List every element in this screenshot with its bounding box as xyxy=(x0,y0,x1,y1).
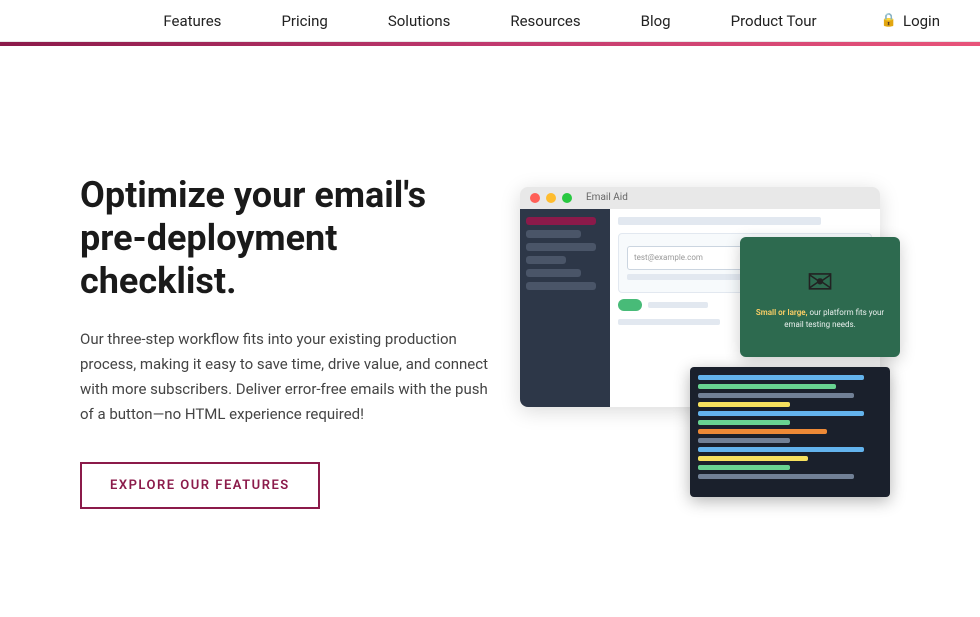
lock-icon: 🔒 xyxy=(881,13,897,28)
nav-blog[interactable]: Blog xyxy=(641,12,671,30)
code-line-10 xyxy=(698,456,808,461)
nav-solutions[interactable]: Solutions xyxy=(388,12,451,30)
code-line-7 xyxy=(698,429,827,434)
code-line-12 xyxy=(698,474,854,479)
app-title: Email Aid xyxy=(586,192,628,203)
titlebar: Email Aid xyxy=(520,187,880,209)
envelope-icon: ✉ xyxy=(807,263,834,301)
overlay-text: Small or large, our platform fits your e… xyxy=(740,307,900,329)
hero-heading: Optimize your email's pre-deployment che… xyxy=(80,174,500,304)
nav-resources[interactable]: Resources xyxy=(510,12,580,30)
card-line-2 xyxy=(618,319,720,325)
code-line-5 xyxy=(698,411,864,416)
sidebar-item-1 xyxy=(526,217,596,225)
dot-yellow xyxy=(546,193,556,203)
sidebar-item-3 xyxy=(526,243,596,251)
code-line-3 xyxy=(698,393,854,398)
toggle-mock xyxy=(618,299,642,311)
app-sidebar xyxy=(520,209,610,407)
hero-text-block: Optimize your email's pre-deployment che… xyxy=(80,174,500,510)
main-nav: Features Pricing Solutions Resources Blo… xyxy=(0,0,980,42)
code-line-4 xyxy=(698,402,790,407)
nav-features[interactable]: Features xyxy=(163,12,221,30)
explore-features-button[interactable]: EXPLORE OUR FEATURES xyxy=(80,462,320,509)
sidebar-item-5 xyxy=(526,269,581,277)
code-line-11 xyxy=(698,465,790,470)
nav-links: Features Pricing Solutions Resources Blo… xyxy=(163,12,816,30)
hero-image: Email Aid test@example.com xyxy=(520,187,900,497)
hero-section: Optimize your email's pre-deployment che… xyxy=(0,46,980,617)
code-line-9 xyxy=(698,447,864,452)
code-line-1 xyxy=(698,375,864,380)
content-header xyxy=(618,217,821,225)
dot-red xyxy=(530,193,540,203)
code-line-8 xyxy=(698,438,790,443)
login-button[interactable]: 🔒 Login xyxy=(881,12,940,30)
code-overlay xyxy=(690,367,890,497)
code-line-6 xyxy=(698,420,790,425)
green-overlay-card: ✉ Small or large, our platform fits your… xyxy=(740,237,900,357)
overlay-highlight: Small or large, xyxy=(756,308,808,317)
code-line-2 xyxy=(698,384,836,389)
input-text: test@example.com xyxy=(634,253,703,262)
sidebar-item-2 xyxy=(526,230,581,238)
nav-pricing[interactable]: Pricing xyxy=(281,12,327,30)
nav-product-tour[interactable]: Product Tour xyxy=(731,12,817,30)
toggle-label xyxy=(648,302,708,308)
sidebar-item-4 xyxy=(526,256,566,264)
hero-body: Our three-step workflow fits into your e… xyxy=(80,327,500,426)
login-label: Login xyxy=(903,12,940,30)
sidebar-item-6 xyxy=(526,282,596,290)
dot-green xyxy=(562,193,572,203)
